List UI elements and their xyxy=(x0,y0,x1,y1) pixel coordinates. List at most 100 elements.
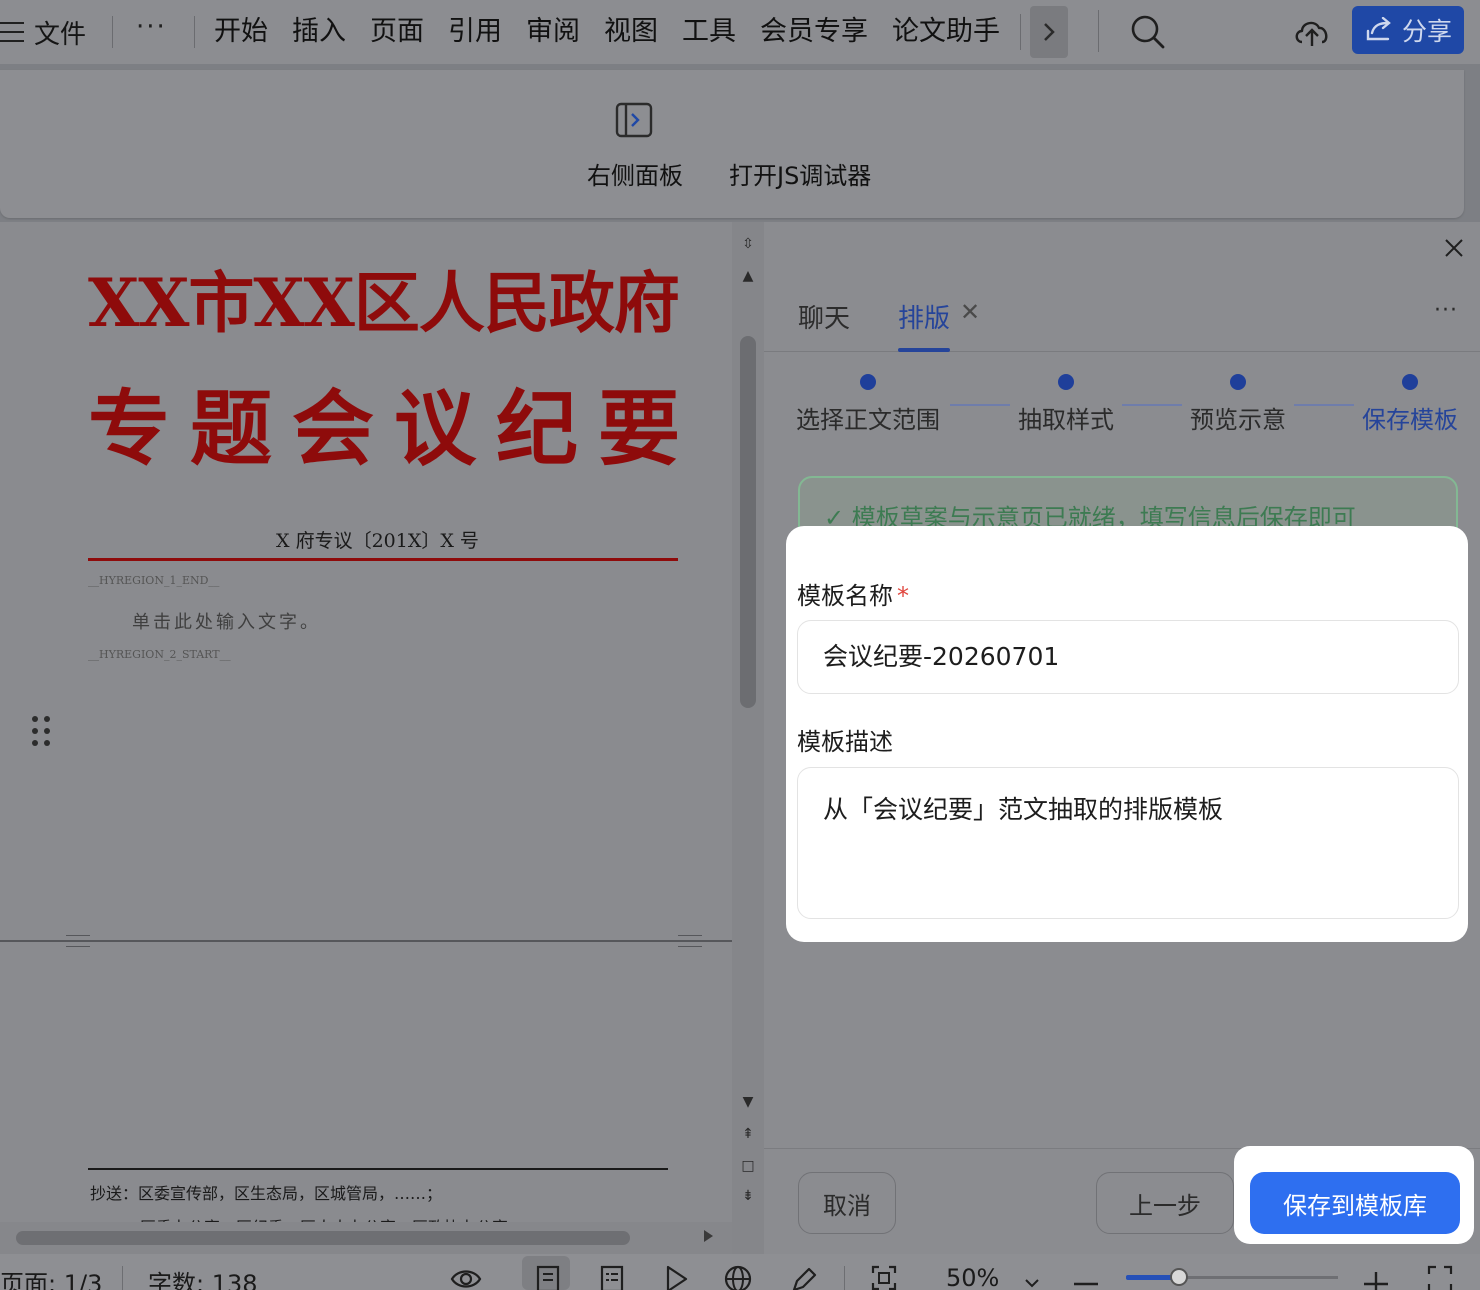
step-connector xyxy=(1122,404,1182,406)
vertical-scrollbar[interactable]: ⇳ ▲ ▼ ⇞ □ ⇟ xyxy=(732,222,764,1254)
template-name-label: 模板名称 * xyxy=(797,576,909,611)
template-info-form: 模板名称 * 会议纪要-20260701 模板描述 从「会议纪要」范文抽取的排版模… xyxy=(786,526,1468,942)
step-dot xyxy=(1402,374,1418,390)
divider xyxy=(1098,10,1099,52)
cloud-upload-icon[interactable] xyxy=(1292,14,1332,50)
step-preview: 预览示意 xyxy=(1190,374,1286,435)
page-break-line xyxy=(0,940,732,942)
tab-close-icon[interactable]: ✕ xyxy=(960,298,980,326)
vertical-scroll-thumb[interactable] xyxy=(740,336,756,708)
cc-recipients-line2: 区委办公室，区纪委，区人大办公室，区政协办公室。 xyxy=(140,1214,524,1222)
horizontal-scroll-thumb[interactable] xyxy=(16,1231,630,1245)
scroll-down-icon[interactable]: ▼ xyxy=(740,1094,756,1110)
scroll-up-icon[interactable]: ▲ xyxy=(740,268,756,284)
file-menu-label: 文件 xyxy=(34,19,87,50)
step-extract-styles: 抽取样式 xyxy=(1018,374,1114,435)
page-indicator[interactable]: 页面: 1/3 xyxy=(0,1264,102,1290)
document-body-placeholder[interactable]: 单击此处输入文字。 xyxy=(132,608,321,634)
divider xyxy=(194,16,195,48)
document-title-line2: 专题会议纪要 xyxy=(88,381,701,477)
side-panel-icon[interactable] xyxy=(615,102,653,138)
step-dot xyxy=(860,374,876,390)
step-dot xyxy=(1058,374,1074,390)
red-separator-line xyxy=(88,558,678,561)
step-label: 预览示意 xyxy=(1190,406,1286,434)
divider xyxy=(844,1266,845,1290)
ribbon-toolbar: 右侧面板 打开JS调试器 xyxy=(0,70,1464,218)
region-end-marker: __HYREGION_1_END__ xyxy=(88,574,220,587)
previous-page-icon[interactable]: ⇞ xyxy=(740,1126,756,1142)
menu-scroll-right-button[interactable] xyxy=(1030,6,1068,58)
tab-chat[interactable]: 聊天 xyxy=(798,298,850,335)
step-save-template: 保存模板 xyxy=(1362,374,1458,435)
outline-view-icon[interactable] xyxy=(598,1264,626,1290)
panel-tab-bar: 聊天 排版 ✕ ··· xyxy=(764,272,1480,352)
step-connector xyxy=(1294,404,1354,406)
zoom-out-icon[interactable] xyxy=(1072,1264,1100,1290)
step-connector xyxy=(950,404,1010,406)
required-mark: * xyxy=(897,582,909,610)
menu-bar: 文件 ··· 开始 插入 页面 引用 审阅 视图 工具 会员专享 论文助手 分享 xyxy=(0,0,1480,64)
divider xyxy=(112,16,113,48)
hamburger-icon xyxy=(0,22,24,42)
template-name-label-text: 模板名称 xyxy=(797,582,893,610)
previous-step-button[interactable]: 上一步 xyxy=(1096,1172,1234,1234)
cc-recipients-line1: 抄送：区委宣传部，区生态局，区城管局，……； xyxy=(90,1184,443,1203)
right-panel-button[interactable]: 右侧面板 xyxy=(587,156,683,191)
menu-item-view[interactable]: 视图 xyxy=(604,12,658,52)
menu-item-home[interactable]: 开始 xyxy=(214,12,268,52)
menu-item-insert[interactable]: 插入 xyxy=(292,12,346,52)
page-margin-marker xyxy=(66,935,90,947)
tab-layout[interactable]: 排版 xyxy=(898,298,950,335)
select-browse-object-icon[interactable]: □ xyxy=(740,1158,756,1174)
menu-item-tools[interactable]: 工具 xyxy=(682,12,736,52)
drag-handle-icon[interactable] xyxy=(32,716,50,746)
document-canvas[interactable]: XX市XX区人民政府 专题会议纪要 X 府专议〔201X〕X 号 __HYREG… xyxy=(0,222,732,1222)
panel-more-icon[interactable]: ··· xyxy=(1434,298,1458,323)
play-icon[interactable] xyxy=(662,1264,690,1290)
zoom-in-icon[interactable] xyxy=(1362,1264,1390,1290)
next-page-icon[interactable]: ⇟ xyxy=(740,1188,756,1204)
menu-item-member[interactable]: 会员专享 xyxy=(760,12,868,52)
cc-separator-line xyxy=(88,1168,668,1170)
eye-icon[interactable] xyxy=(450,1264,482,1290)
pen-icon[interactable] xyxy=(790,1264,818,1290)
file-menu[interactable]: 文件 xyxy=(0,12,86,52)
menu-item-review[interactable]: 审阅 xyxy=(526,12,580,52)
chevron-right-icon xyxy=(1044,23,1055,41)
divider xyxy=(1020,14,1021,50)
template-description-textarea[interactable]: 从「会议纪要」范文抽取的排版模板 xyxy=(797,767,1459,919)
zoom-level[interactable]: 50% xyxy=(946,1264,999,1290)
word-count[interactable]: 字数: 138 xyxy=(148,1264,258,1290)
save-button-highlight: 保存到模板库 xyxy=(1234,1146,1474,1244)
globe-icon[interactable] xyxy=(724,1264,752,1290)
menu-item-page[interactable]: 页面 xyxy=(370,12,424,52)
share-button[interactable]: 分享 xyxy=(1352,6,1464,54)
step-select-range: 选择正文范围 xyxy=(796,374,940,435)
save-to-template-library-button[interactable]: 保存到模板库 xyxy=(1250,1172,1460,1234)
open-js-debugger-button[interactable]: 打开JS调试器 xyxy=(729,156,871,191)
fit-page-icon[interactable] xyxy=(870,1264,898,1290)
menu-item-reference[interactable]: 引用 xyxy=(448,12,502,52)
zoom-slider-knob[interactable] xyxy=(1170,1268,1188,1286)
fullscreen-icon[interactable] xyxy=(1426,1264,1454,1290)
chevron-down-icon[interactable] xyxy=(1022,1264,1042,1290)
status-bar: 页面: 1/3 字数: 138 50% xyxy=(0,1254,1480,1290)
divider xyxy=(122,1266,123,1290)
horizontal-scrollbar[interactable] xyxy=(0,1222,732,1254)
share-label: 分享 xyxy=(1401,17,1452,46)
step-label: 保存模板 xyxy=(1362,406,1458,434)
template-name-input[interactable]: 会议纪要-20260701 xyxy=(797,620,1459,694)
close-icon[interactable] xyxy=(1442,236,1466,260)
menu-item-paper-assistant[interactable]: 论文助手 xyxy=(892,12,1000,52)
more-menu-button[interactable]: ··· xyxy=(136,12,167,42)
step-label: 抽取样式 xyxy=(1018,406,1114,434)
document-number: X 府专议〔201X〕X 号 xyxy=(276,530,479,552)
scroll-split-icon[interactable]: ⇳ xyxy=(740,236,756,252)
region-start-marker: __HYREGION_2_START__ xyxy=(88,648,231,661)
scroll-right-arrow-icon[interactable] xyxy=(704,1230,713,1242)
cancel-button[interactable]: 取消 xyxy=(798,1172,896,1234)
step-dot xyxy=(1230,374,1246,390)
page-view-icon[interactable] xyxy=(534,1264,562,1290)
search-icon[interactable] xyxy=(1128,12,1168,52)
